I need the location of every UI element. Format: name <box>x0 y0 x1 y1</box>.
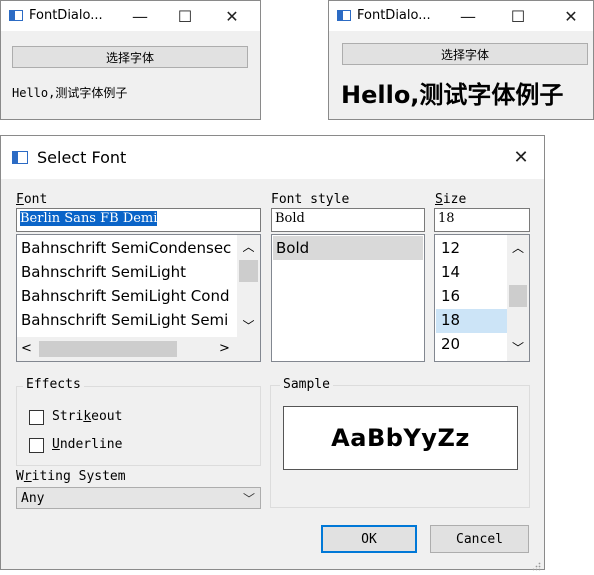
writing-system-label: Writing System <box>16 469 126 484</box>
chevron-down-icon[interactable]: ﹀ <box>243 490 255 507</box>
list-item[interactable]: Bold <box>273 236 423 260</box>
font-name-input[interactable]: Berlin Sans FB Demi <box>16 208 261 232</box>
list-item-label: Bold <box>276 239 310 257</box>
list-item[interactable]: 12 <box>441 239 460 257</box>
resize-grip-icon[interactable] <box>531 556 541 571</box>
list-item[interactable]: Bahnschrift SemiLight Semi <box>21 311 228 329</box>
dialog-titlebar[interactable]: Select Font ✕ <box>1 136 544 179</box>
small-window-2: FontDialo... — ☐ ✕ 选择字体 Hello,测试字体例子 <box>328 0 594 120</box>
close-icon[interactable]: ✕ <box>551 1 591 31</box>
font-style-list[interactable]: Bold <box>271 234 425 362</box>
chevron-right-icon[interactable]: > <box>219 341 230 356</box>
window-title: FontDialo... <box>29 8 103 23</box>
size-label: Size <box>435 192 466 207</box>
chevron-up-icon[interactable]: ︿ <box>509 239 527 256</box>
size-label-mnemonic: S <box>435 192 443 207</box>
font-style-label: Font style <box>271 192 350 207</box>
close-icon[interactable]: ✕ <box>501 142 541 172</box>
font-label-rest: ont <box>23 192 48 207</box>
strikeout-label-post: eout <box>91 409 123 424</box>
small-window-1-titlebar[interactable]: FontDialo... — ☐ ✕ <box>1 1 260 31</box>
sample-label: Hello,测试字体例子 <box>12 86 128 100</box>
font-list-hscrollbar[interactable]: < > <box>17 337 260 361</box>
font-label-mnemonic: F <box>16 192 24 207</box>
app-icon <box>12 151 28 164</box>
maximize-icon[interactable]: ☐ <box>165 1 205 31</box>
writing-system-label-mnemonic: r <box>23 469 32 484</box>
choose-font-button[interactable]: 选择字体 <box>12 46 248 68</box>
underline-label-post: nderline <box>59 437 123 452</box>
scrollbar-thumb[interactable] <box>239 260 258 282</box>
list-item[interactable]: 20 <box>441 335 460 353</box>
choose-font-button[interactable]: 选择字体 <box>342 43 588 65</box>
strikeout-label[interactable]: Strikeout <box>52 409 122 424</box>
sample-preview: AaBbYyZz <box>283 406 518 470</box>
strikeout-label-mnemonic: k <box>83 409 92 424</box>
chevron-left-icon[interactable]: < <box>21 341 32 356</box>
writing-system-select[interactable]: Any ﹀ <box>16 487 261 509</box>
maximize-icon[interactable]: ☐ <box>498 1 538 31</box>
cancel-button[interactable]: Cancel <box>430 525 529 553</box>
list-item[interactable]: 16 <box>441 287 460 305</box>
size-label-rest: ize <box>442 192 467 207</box>
list-item[interactable]: Bahnschrift SemiLight Cond <box>21 287 229 305</box>
list-item-selected[interactable]: 18 <box>441 311 460 329</box>
chevron-down-icon[interactable]: ﹀ <box>239 317 258 334</box>
font-name-selected-text: Berlin Sans FB Demi <box>20 211 158 226</box>
writing-system-label-post: iting System <box>31 469 126 484</box>
underline-label-mnemonic: U <box>52 437 60 452</box>
app-icon <box>337 10 351 21</box>
scrollbar-thumb[interactable] <box>509 285 527 307</box>
effects-group-title: Effects <box>23 377 84 392</box>
scrollbar-thumb[interactable] <box>39 341 177 357</box>
effects-group <box>16 386 261 466</box>
chevron-down-icon[interactable]: ﹀ <box>509 339 527 356</box>
sample-text: AaBbYyZz <box>331 424 470 452</box>
window-title: FontDialo... <box>357 8 431 23</box>
size-list-vscrollbar[interactable]: ︿ ﹀ <box>507 235 529 361</box>
size-input[interactable]: 18 <box>434 208 530 232</box>
strikeout-checkbox[interactable] <box>29 410 44 425</box>
minimize-icon[interactable]: — <box>448 1 488 31</box>
sample-group-title: Sample <box>280 377 333 392</box>
chevron-up-icon[interactable]: ︿ <box>239 238 258 255</box>
writing-system-label-pre: W <box>16 469 24 484</box>
list-item[interactable]: Bahnschrift SemiCondensec <box>21 239 231 257</box>
strikeout-label-pre: Stri <box>52 409 84 424</box>
select-font-dialog: Select Font ✕ Font Berlin Sans FB Demi B… <box>0 135 545 571</box>
dialog-title: Select Font <box>37 148 127 167</box>
list-item[interactable]: 14 <box>441 263 460 281</box>
sample-label: Hello,测试字体例子 <box>341 81 564 109</box>
underline-checkbox[interactable] <box>29 438 44 453</box>
small-window-1: FontDialo... — ☐ ✕ 选择字体 Hello,测试字体例子 <box>0 0 261 120</box>
underline-label[interactable]: Underline <box>52 437 122 452</box>
app-icon <box>9 10 23 21</box>
size-list[interactable]: 12 14 16 18 20 ︿ ﹀ <box>434 234 530 362</box>
list-item[interactable]: Bahnschrift SemiLight <box>21 263 186 281</box>
writing-system-value: Any <box>21 491 45 506</box>
small-window-2-titlebar[interactable]: FontDialo... — ☐ ✕ <box>329 1 593 31</box>
ok-button[interactable]: OK <box>321 525 417 553</box>
font-label: Font <box>16 192 47 207</box>
minimize-icon[interactable]: — <box>120 1 160 31</box>
close-icon[interactable]: ✕ <box>212 1 252 31</box>
font-style-input[interactable]: Bold <box>271 208 425 232</box>
font-list-vscrollbar[interactable]: ︿ ﹀ <box>237 235 260 337</box>
font-list[interactable]: Bahnschrift SemiCondensec Bahnschrift Se… <box>16 234 261 362</box>
